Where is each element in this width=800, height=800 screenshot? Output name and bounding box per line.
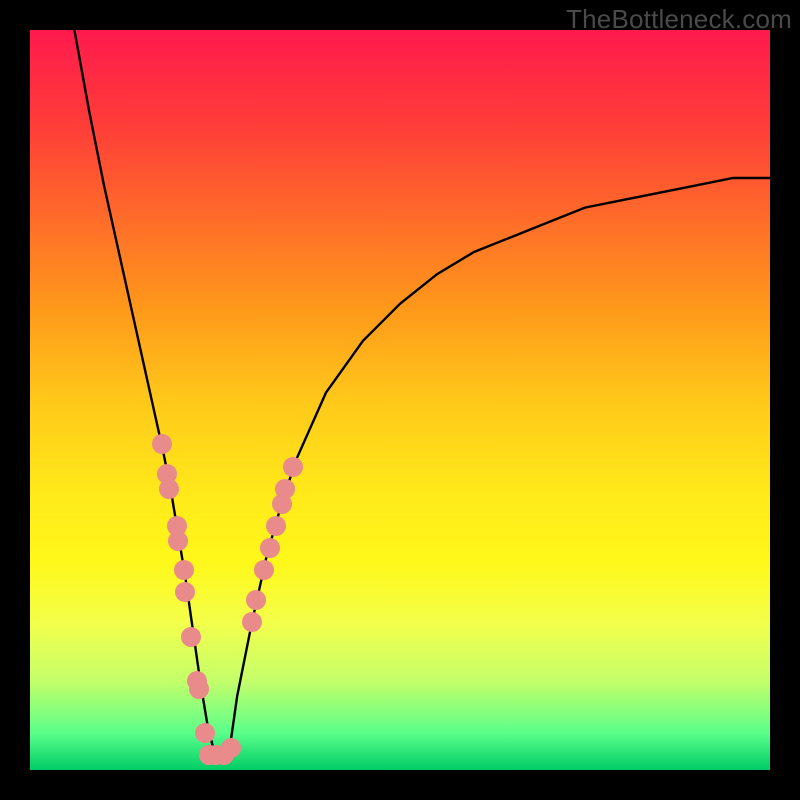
marker-right (260, 538, 280, 558)
marker-right (254, 560, 274, 580)
marker-left (159, 479, 179, 499)
chart-frame: TheBottleneck.com (0, 0, 800, 800)
marker-left (175, 582, 195, 602)
marker-left (195, 723, 215, 743)
marker-left (189, 679, 209, 699)
marker-min (221, 738, 241, 758)
marker-left (174, 560, 194, 580)
marker-left (181, 627, 201, 647)
marker-left (168, 531, 188, 551)
plot-area (30, 30, 770, 770)
marker-right (283, 457, 303, 477)
marker-right (266, 516, 286, 536)
marker-right (275, 479, 295, 499)
marker-right (242, 612, 262, 632)
watermark-text: TheBottleneck.com (566, 4, 792, 35)
bottleneck-curve (30, 30, 770, 770)
marker-right (246, 590, 266, 610)
marker-left (152, 434, 172, 454)
